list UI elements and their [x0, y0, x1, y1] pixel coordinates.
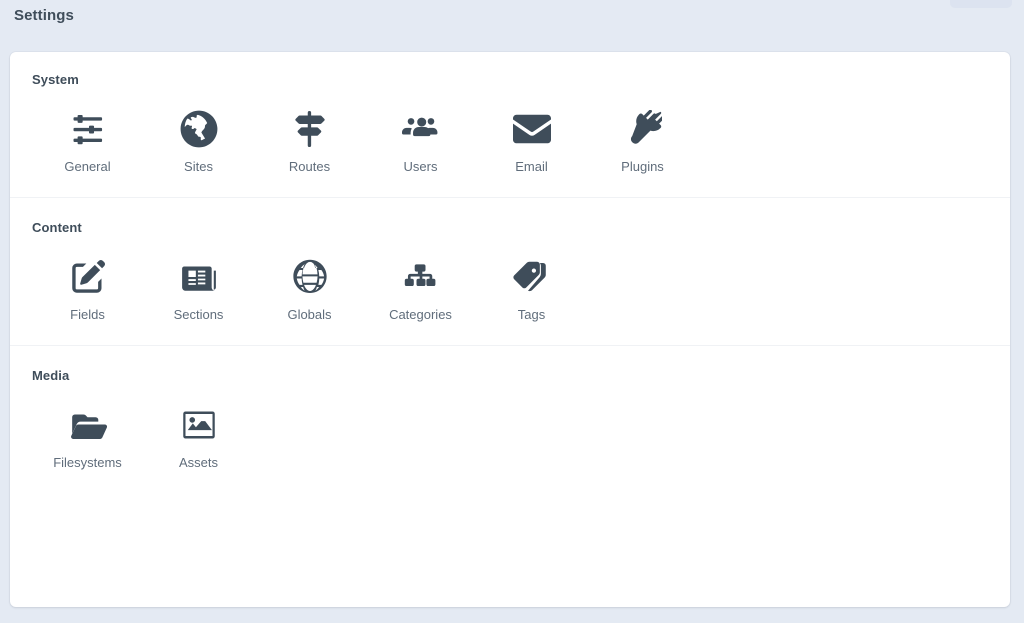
settings-item-sections[interactable]: Sections	[143, 241, 254, 323]
settings-item-label: Assets	[178, 455, 218, 470]
sliders-icon	[67, 107, 109, 151]
settings-page: Settings System General Sites Routes Use…	[0, 0, 1024, 623]
settings-item-categories[interactable]: Categories	[365, 241, 476, 323]
tags-icon	[511, 255, 553, 299]
settings-item-email[interactable]: Email	[476, 93, 587, 175]
group-items: Fields Sections Globals Categories Tags	[32, 241, 988, 323]
globe-wireframe-icon	[289, 255, 331, 299]
globe-americas-icon	[178, 107, 220, 151]
group-title: Media	[32, 368, 70, 383]
group-items: General Sites Routes Users Email Plugins	[32, 93, 988, 175]
page-title: Settings	[14, 7, 74, 24]
settings-item-fields[interactable]: Fields	[32, 241, 143, 323]
group-title: Content	[32, 220, 82, 235]
settings-item-assets[interactable]: Assets	[143, 389, 254, 471]
settings-item-label: Globals	[287, 307, 332, 322]
newspaper-icon	[178, 255, 220, 299]
page-header: Settings	[0, 0, 1024, 52]
settings-group-content: Content Fields Sections Globals Categori…	[10, 197, 1010, 345]
settings-item-routes[interactable]: Routes	[254, 93, 365, 175]
envelope-icon	[511, 107, 553, 151]
settings-item-plugins[interactable]: Plugins	[587, 93, 698, 175]
settings-item-tags[interactable]: Tags	[476, 241, 587, 323]
settings-item-label: Sites	[184, 159, 213, 174]
settings-group-system: System General Sites Routes Users Email …	[10, 52, 1010, 197]
settings-item-label: Tags	[517, 307, 546, 322]
settings-item-label: Sections	[173, 307, 224, 322]
settings-item-label: General	[64, 159, 111, 174]
group-title: System	[32, 72, 79, 87]
settings-item-label: Filesystems	[53, 455, 122, 470]
settings-item-filesystems[interactable]: Filesystems	[32, 389, 143, 471]
users-group-icon	[400, 107, 442, 151]
settings-item-label: Email	[515, 159, 548, 174]
sitemap-icon	[400, 255, 442, 299]
group-items: Filesystems Assets	[32, 389, 988, 471]
settings-item-globals[interactable]: Globals	[254, 241, 365, 323]
settings-item-sites[interactable]: Sites	[143, 93, 254, 175]
settings-card: System General Sites Routes Users Email …	[10, 52, 1010, 607]
settings-item-label: Plugins	[621, 159, 664, 174]
header-action-button[interactable]	[950, 0, 1012, 8]
settings-item-label: Fields	[70, 307, 105, 322]
settings-item-label: Routes	[288, 159, 331, 174]
settings-group-media: Media Filesystems Assets	[10, 345, 1010, 493]
settings-groups: System General Sites Routes Users Email …	[10, 52, 1010, 493]
settings-item-label: Users	[403, 159, 438, 174]
settings-item-general[interactable]: General	[32, 93, 143, 175]
signpost-icon	[289, 107, 331, 151]
settings-item-users[interactable]: Users	[365, 93, 476, 175]
settings-item-label: Categories	[389, 307, 452, 322]
folder-open-icon	[67, 403, 109, 447]
pencil-square-icon	[67, 255, 109, 299]
image-icon	[178, 403, 220, 447]
plug-icon	[622, 107, 664, 151]
